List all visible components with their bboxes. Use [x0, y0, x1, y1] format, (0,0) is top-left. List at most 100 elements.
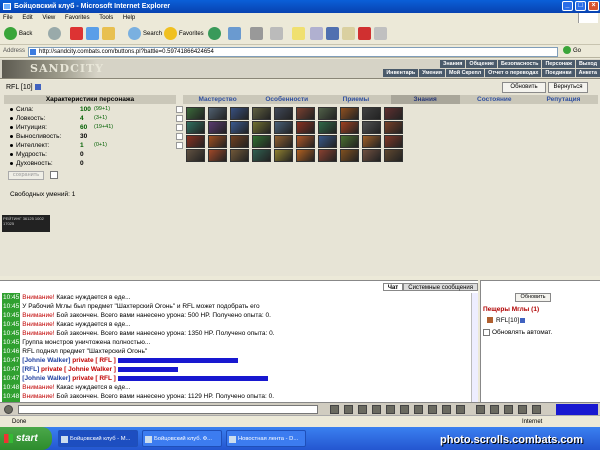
print-button[interactable]	[250, 26, 265, 42]
menu-favorites[interactable]: Favorites	[65, 15, 90, 21]
info-icon[interactable]	[520, 317, 526, 323]
info-icon[interactable]	[34, 84, 41, 91]
skill-icon[interactable]	[230, 121, 249, 134]
fight-icon[interactable]	[532, 405, 541, 414]
tab-mastery[interactable]: Мастерство	[183, 95, 252, 104]
skill-icon[interactable]	[340, 149, 359, 162]
home-button[interactable]	[102, 26, 117, 42]
stop-button[interactable]	[70, 26, 85, 42]
chat-time[interactable]: 10:47	[2, 374, 21, 383]
chat-input[interactable]	[18, 405, 318, 414]
taskbar-item-ie-3[interactable]: Новостная лента - D...	[226, 430, 306, 447]
skill-icon[interactable]	[296, 135, 315, 148]
taskbar-item-ie-1[interactable]: Бойцовский клуб - M...	[58, 430, 138, 447]
menu-edit[interactable]: Edit	[22, 15, 32, 21]
chat-time[interactable]: 10:47	[2, 356, 21, 365]
nav-transfer-report[interactable]: Отчет о переводах	[484, 69, 542, 77]
tool-save-button[interactable]	[326, 26, 341, 42]
skill-icon[interactable]	[208, 149, 227, 162]
chat-time[interactable]: 10:45	[2, 293, 21, 302]
skill-icon[interactable]	[252, 135, 271, 148]
chat-mode-icon[interactable]	[442, 405, 451, 414]
skill-icon[interactable]	[296, 149, 315, 162]
start-button[interactable]: start	[0, 427, 52, 450]
auto-update-option[interactable]: Обновлять автомат.	[483, 329, 552, 336]
chat-scrollbar[interactable]	[471, 293, 478, 403]
skill-icon[interactable]	[230, 149, 249, 162]
chat-private-tag[interactable]: private [ Johnie Walker ]	[39, 366, 116, 373]
nav-my-scroll[interactable]: Мой Скрепл	[444, 69, 485, 77]
skill-icon[interactable]	[362, 135, 381, 148]
tab-techniques[interactable]: Приемы	[321, 95, 390, 104]
forward-button[interactable]	[48, 26, 63, 42]
skill-icon[interactable]	[274, 135, 293, 148]
skill-icon[interactable]	[384, 121, 403, 134]
chat-time[interactable]: 10:46	[2, 347, 21, 356]
skill-icon[interactable]	[186, 149, 205, 162]
tool-doc-button[interactable]	[374, 26, 389, 42]
skill-icon[interactable]	[208, 135, 227, 148]
nav-profile[interactable]: Анкета	[574, 69, 600, 77]
increase-stat-button[interactable]	[176, 133, 183, 140]
skill-icon[interactable]	[362, 107, 381, 120]
favorites-button[interactable]: Favorites	[164, 26, 204, 42]
smiles-icon[interactable]	[372, 405, 381, 414]
clear-icon[interactable]	[344, 405, 353, 414]
chat-time[interactable]: 10:45	[2, 320, 21, 329]
skill-icon[interactable]	[274, 107, 293, 120]
chat-nick[interactable]: [RFL]	[22, 366, 39, 373]
url-input[interactable]: http://sandcity.combats.com/buttons.pl?b…	[28, 47, 558, 57]
tool-flag-button[interactable]	[358, 26, 373, 42]
nav-knowledge[interactable]: Знания	[439, 60, 466, 68]
chat-time[interactable]: 10:45	[2, 338, 21, 347]
return-button[interactable]: Вернуться	[548, 82, 588, 93]
skill-icon[interactable]	[274, 149, 293, 162]
save-stats-button[interactable]: сохранить	[8, 171, 44, 180]
chat-nick[interactable]: [Johnie Walker]	[22, 375, 70, 382]
increase-stat-button[interactable]	[176, 124, 183, 131]
skill-icon[interactable]	[208, 107, 227, 120]
skill-icon[interactable]	[340, 135, 359, 148]
mail-button[interactable]	[228, 26, 243, 42]
skill-icon[interactable]	[186, 121, 205, 134]
skill-icon[interactable]	[230, 135, 249, 148]
skill-icon[interactable]	[186, 107, 205, 120]
nav-inventory[interactable]: Инвентарь	[382, 69, 419, 77]
skill-icon[interactable]	[340, 121, 359, 134]
auto-update-checkbox[interactable]	[483, 329, 490, 336]
nav-exit[interactable]: Выход	[574, 60, 600, 68]
nav-skills[interactable]: Умения	[418, 69, 445, 77]
chat-private-tag[interactable]: private [ RFL ]	[70, 375, 116, 382]
skill-icon[interactable]	[362, 121, 381, 134]
tab-knowledge[interactable]: Знания	[390, 95, 460, 104]
inventory-icon[interactable]	[504, 405, 513, 414]
tool-pad-button[interactable]	[342, 26, 357, 42]
close-button[interactable]: ×	[588, 1, 599, 11]
menu-file[interactable]: File	[3, 15, 13, 21]
chat-time[interactable]: 10:45	[2, 311, 21, 320]
increase-stat-button[interactable]	[176, 106, 183, 113]
increase-stat-button[interactable]	[176, 142, 183, 149]
refresh-page-button[interactable]	[86, 26, 101, 42]
smile-icon[interactable]	[4, 405, 13, 414]
search-button[interactable]: Search	[128, 26, 162, 42]
sound-icon[interactable]	[414, 405, 423, 414]
skill-icon[interactable]	[296, 121, 315, 134]
skill-icon[interactable]	[318, 107, 337, 120]
chat-time[interactable]: 10:47	[2, 365, 21, 374]
back-button[interactable]: Back	[4, 26, 32, 42]
skill-icon[interactable]	[230, 107, 249, 120]
tab-features[interactable]: Особенности	[252, 95, 321, 104]
chat-time[interactable]: 10:48	[2, 383, 21, 392]
skill-icon[interactable]	[296, 107, 315, 120]
map-icon[interactable]	[518, 405, 527, 414]
settings-icon[interactable]	[428, 405, 437, 414]
skill-icon[interactable]	[208, 121, 227, 134]
tool-k-button[interactable]	[310, 26, 325, 42]
nav-communication[interactable]: Общение	[465, 60, 498, 68]
filter-icon[interactable]	[358, 405, 367, 414]
taskbar-item-ie-2[interactable]: Бойцовский клуб. Ф...	[142, 430, 222, 447]
chat-time[interactable]: 10:45	[2, 329, 21, 338]
refresh-button[interactable]: Обновить	[502, 82, 546, 93]
skill-icon[interactable]	[252, 121, 271, 134]
